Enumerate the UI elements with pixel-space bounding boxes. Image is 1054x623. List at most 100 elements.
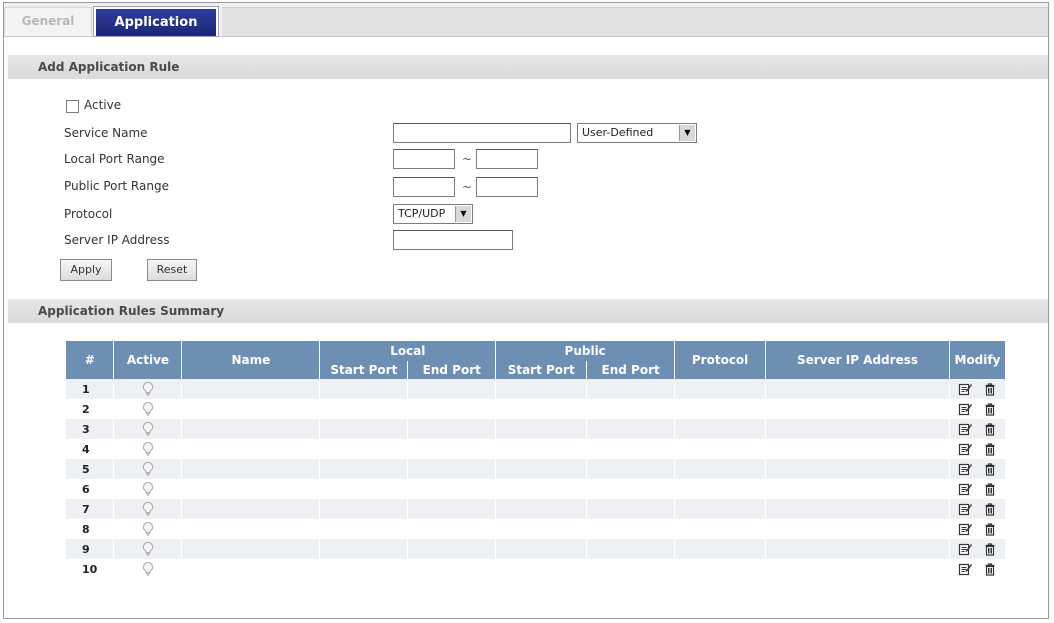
row-server-ip	[765, 399, 950, 419]
row-public-end	[586, 399, 676, 419]
chevron-down-icon: ▼	[455, 206, 471, 222]
active-checkbox[interactable]	[66, 100, 79, 113]
row-server-ip	[765, 439, 950, 459]
lightbulb-icon	[142, 381, 153, 396]
row-number: 6	[66, 479, 115, 499]
col-header-name: Name	[181, 341, 321, 379]
row-local-end	[407, 519, 497, 539]
protocol-select[interactable]: TCP/UDP ▼	[393, 204, 473, 224]
trash-icon[interactable]	[983, 442, 997, 456]
row-protocol	[674, 539, 767, 559]
row-public-end	[586, 379, 676, 399]
server-ip-input[interactable]	[393, 230, 513, 250]
row-modify-cell	[949, 399, 1007, 419]
row-modify-cell	[949, 479, 1007, 499]
lightbulb-icon	[142, 561, 153, 576]
tab-application[interactable]: Application	[93, 6, 219, 37]
trash-icon[interactable]	[983, 402, 997, 416]
public-end-port-input[interactable]	[476, 177, 538, 197]
trash-icon[interactable]	[983, 422, 997, 436]
app-frame: General Application Add Application Rule…	[3, 2, 1049, 619]
row-server-ip	[765, 499, 950, 519]
local-start-port-input[interactable]	[393, 149, 455, 169]
trash-icon[interactable]	[983, 562, 997, 576]
public-range-separator: ~	[462, 180, 473, 194]
row-active-cell	[113, 479, 183, 499]
table-row: 8	[66, 519, 1007, 539]
rules-summary-header: Application Rules Summary	[8, 299, 1048, 323]
tab-bar: General Application	[4, 3, 1048, 37]
trash-icon[interactable]	[983, 462, 997, 476]
edit-icon[interactable]	[958, 562, 972, 576]
row-local-start	[319, 519, 409, 539]
row-local-start	[319, 499, 409, 519]
row-local-end	[407, 399, 497, 419]
edit-icon[interactable]	[958, 422, 972, 436]
trash-icon[interactable]	[983, 522, 997, 536]
col-header-server-ip: Server IP Address	[765, 341, 950, 379]
service-name-input[interactable]	[393, 123, 571, 143]
row-server-ip	[765, 479, 950, 499]
row-modify-cell	[949, 379, 1007, 399]
active-label: Active	[84, 98, 122, 112]
row-active-cell	[113, 519, 183, 539]
table-row: 7	[66, 499, 1007, 519]
row-active-cell	[113, 439, 183, 459]
col-header-num: #	[66, 341, 115, 379]
edit-icon[interactable]	[958, 482, 972, 496]
row-local-start	[319, 439, 409, 459]
trash-icon[interactable]	[983, 382, 997, 396]
col-header-active: Active	[113, 341, 183, 379]
row-number: 8	[66, 519, 115, 539]
row-public-start	[495, 399, 588, 419]
row-local-start	[319, 459, 409, 479]
reset-button[interactable]: Reset	[147, 259, 197, 281]
row-number: 7	[66, 499, 115, 519]
lightbulb-icon	[142, 521, 153, 536]
row-server-ip	[765, 459, 950, 479]
public-start-port-input[interactable]	[393, 177, 455, 197]
edit-icon[interactable]	[958, 522, 972, 536]
row-server-ip	[765, 559, 950, 579]
col-header-protocol: Protocol	[674, 341, 767, 379]
edit-icon[interactable]	[958, 542, 972, 556]
row-modify-cell	[949, 419, 1007, 439]
row-local-end	[407, 379, 497, 399]
row-local-start	[319, 399, 409, 419]
row-active-cell	[113, 459, 183, 479]
trash-icon[interactable]	[983, 502, 997, 516]
row-protocol	[674, 459, 767, 479]
row-public-start	[495, 379, 588, 399]
edit-icon[interactable]	[958, 382, 972, 396]
row-local-start	[319, 379, 409, 399]
protocol-label: Protocol	[64, 207, 113, 221]
row-name	[181, 539, 321, 559]
trash-icon[interactable]	[983, 542, 997, 556]
apply-button[interactable]: Apply	[60, 259, 112, 281]
local-end-port-input[interactable]	[476, 149, 538, 169]
row-server-ip	[765, 519, 950, 539]
row-local-end	[407, 499, 497, 519]
trash-icon[interactable]	[983, 482, 997, 496]
edit-icon[interactable]	[958, 442, 972, 456]
edit-icon[interactable]	[958, 402, 972, 416]
col-header-modify: Modify	[949, 341, 1007, 379]
row-public-start	[495, 439, 588, 459]
edit-icon[interactable]	[958, 462, 972, 476]
service-type-value: User-Defined	[582, 126, 654, 139]
row-public-start	[495, 459, 588, 479]
row-protocol	[674, 399, 767, 419]
edit-icon[interactable]	[958, 502, 972, 516]
row-public-end	[586, 439, 676, 459]
row-public-start	[495, 539, 588, 559]
service-type-select[interactable]: User-Defined ▼	[577, 123, 697, 143]
table-row: 6	[66, 479, 1007, 499]
tab-general[interactable]: General	[4, 7, 92, 36]
service-name-label: Service Name	[64, 126, 148, 140]
row-number: 4	[66, 439, 115, 459]
lightbulb-icon	[142, 461, 153, 476]
local-port-range-label: Local Port Range	[64, 152, 165, 166]
row-public-end	[586, 559, 676, 579]
row-local-end	[407, 479, 497, 499]
row-local-end	[407, 459, 497, 479]
